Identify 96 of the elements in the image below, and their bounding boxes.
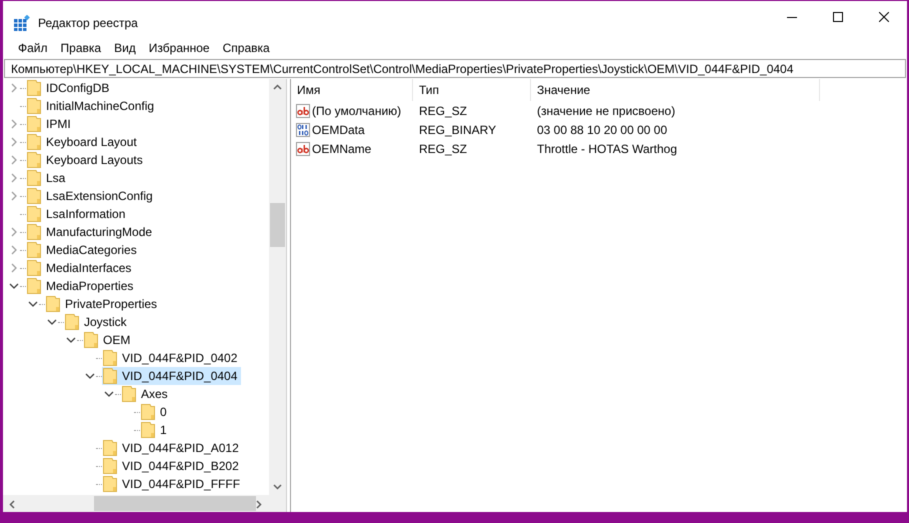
scroll-right-icon[interactable] [256,500,262,509]
tree-item[interactable]: MediaInterfaces [26,259,136,277]
close-icon [879,12,889,22]
tree-item[interactable]: VID_044F&PID_B202 [102,457,243,475]
expand-chevron-icon[interactable] [11,245,17,255]
scroll-up-icon[interactable] [273,84,282,90]
tree-item[interactable]: LsaExtensionConfig [26,187,157,205]
column-header[interactable]: Значение [531,79,820,101]
collapse-chevron-icon[interactable] [66,337,76,343]
folder-icon [103,368,117,384]
tree-item[interactable]: IPMI [26,115,75,133]
tree-item[interactable]: VID_044F&PID_0404 [102,367,242,385]
folder-icon [27,206,41,222]
expand-chevron-icon[interactable] [11,263,17,273]
string-value-icon [296,142,310,156]
tree-item[interactable]: VID_044F&PID_0402 [102,349,242,367]
folder-icon [27,224,41,240]
tree-item[interactable]: IDConfigDB [26,79,114,97]
window-title: Редактор реестра [38,15,138,32]
folder-icon [141,404,155,420]
value-data: (значение не присвоено) [537,104,676,118]
tree-item[interactable]: MediaProperties [26,277,138,295]
vertical-scrollbar[interactable] [269,79,286,495]
folder-icon [103,440,117,456]
folder-icon [27,170,41,186]
folder-icon [27,116,41,132]
app-icon [14,15,30,31]
collapse-chevron-icon[interactable] [47,319,57,325]
collapse-chevron-icon[interactable] [9,283,19,289]
folder-icon [46,296,60,312]
expand-chevron-icon[interactable] [11,173,17,183]
folder-icon [103,350,117,366]
tree-item[interactable]: VID_044F&PID_FFFF [102,475,244,493]
value-type: REG_SZ [419,104,468,118]
folder-icon [84,332,98,348]
tree-item[interactable]: OEM [83,331,134,349]
value-name[interactable]: (По умолчанию) [312,102,402,120]
minimize-icon [787,16,797,18]
value-data: 03 00 88 10 20 00 00 00 [537,122,668,136]
value-type: REG_BINARY [419,122,496,136]
tree-item[interactable]: 0 [140,403,171,421]
expand-chevron-icon[interactable] [11,191,17,201]
collapse-chevron-icon[interactable] [104,391,114,397]
folder-icon [27,80,41,96]
expand-chevron-icon[interactable] [11,83,17,93]
tree-item[interactable]: LsaInformation [26,205,130,223]
menu-item[interactable]: Вид [108,40,142,56]
collapse-chevron-icon[interactable] [85,373,95,379]
folder-icon [27,152,41,168]
horizontal-scrollbar[interactable] [3,495,286,512]
folder-icon [27,278,41,294]
column-header[interactable]: Тип [413,79,531,101]
binary-value-icon [296,122,310,136]
value-name[interactable]: OEMData [312,120,365,138]
menu-item[interactable]: Файл [12,40,54,56]
address-text: Компьютер\HKEY_LOCAL_MACHINE\SYSTEM\CurrentControlSet\Control\MediaProperties\PrivateProperties\Joystick\OEM\VID_044F&PID_0404 [11,60,794,78]
tree-item[interactable]: ManufacturingMode [26,223,156,241]
menu-item[interactable]: Правка [54,40,108,56]
folder-icon [65,314,79,330]
folder-icon [27,188,41,204]
collapse-chevron-icon[interactable] [28,301,38,307]
tree-item[interactable]: Lsa [26,169,70,187]
folder-icon [27,134,41,150]
expand-chevron-icon[interactable] [11,227,17,237]
scroll-left-icon[interactable] [9,500,15,509]
scrollbar-thumb[interactable] [270,203,285,247]
tree-item[interactable]: VID_044F&PID_A012 [102,439,243,457]
tree-item[interactable]: Axes [121,385,172,403]
folder-icon [122,386,136,402]
folder-icon [27,260,41,276]
expand-chevron-icon[interactable] [11,119,17,129]
string-value-icon [296,104,310,118]
folder-icon [103,458,117,474]
folder-icon [103,476,117,492]
tree-item[interactable]: Keyboard Layout [26,133,141,151]
expand-chevron-icon[interactable] [11,155,17,165]
folder-icon [141,422,155,438]
scrollbar-thumb[interactable] [94,496,256,511]
tree-item[interactable]: Keyboard Layouts [26,151,147,169]
value-data: Throttle - HOTAS Warthog [537,142,678,156]
value-type: REG_SZ [419,142,468,156]
folder-icon [27,242,41,258]
tree-item[interactable]: PrivateProperties [45,295,162,313]
tree-item[interactable]: Joystick [64,313,131,331]
maximize-icon [833,12,843,22]
scroll-down-icon[interactable] [273,484,282,490]
tree-item[interactable]: 1 [140,421,171,439]
address-bar[interactable]: Компьютер\HKEY_LOCAL_MACHINE\SYSTEM\CurrentControlSet\Control\MediaProperties\PrivateProperties\Joystick\OEM\VID_044F&PID_0404 [4,59,906,78]
menu-item[interactable]: Избранное [142,40,216,56]
menu-item[interactable]: Справка [216,40,276,56]
column-header[interactable]: Имя [291,79,413,101]
folder-icon [27,98,41,114]
tree-item[interactable]: InitialMachineConfig [26,97,158,115]
expand-chevron-icon[interactable] [11,137,17,147]
value-name[interactable]: OEMName [312,140,372,158]
tree-item[interactable]: MediaCategories [26,241,141,259]
